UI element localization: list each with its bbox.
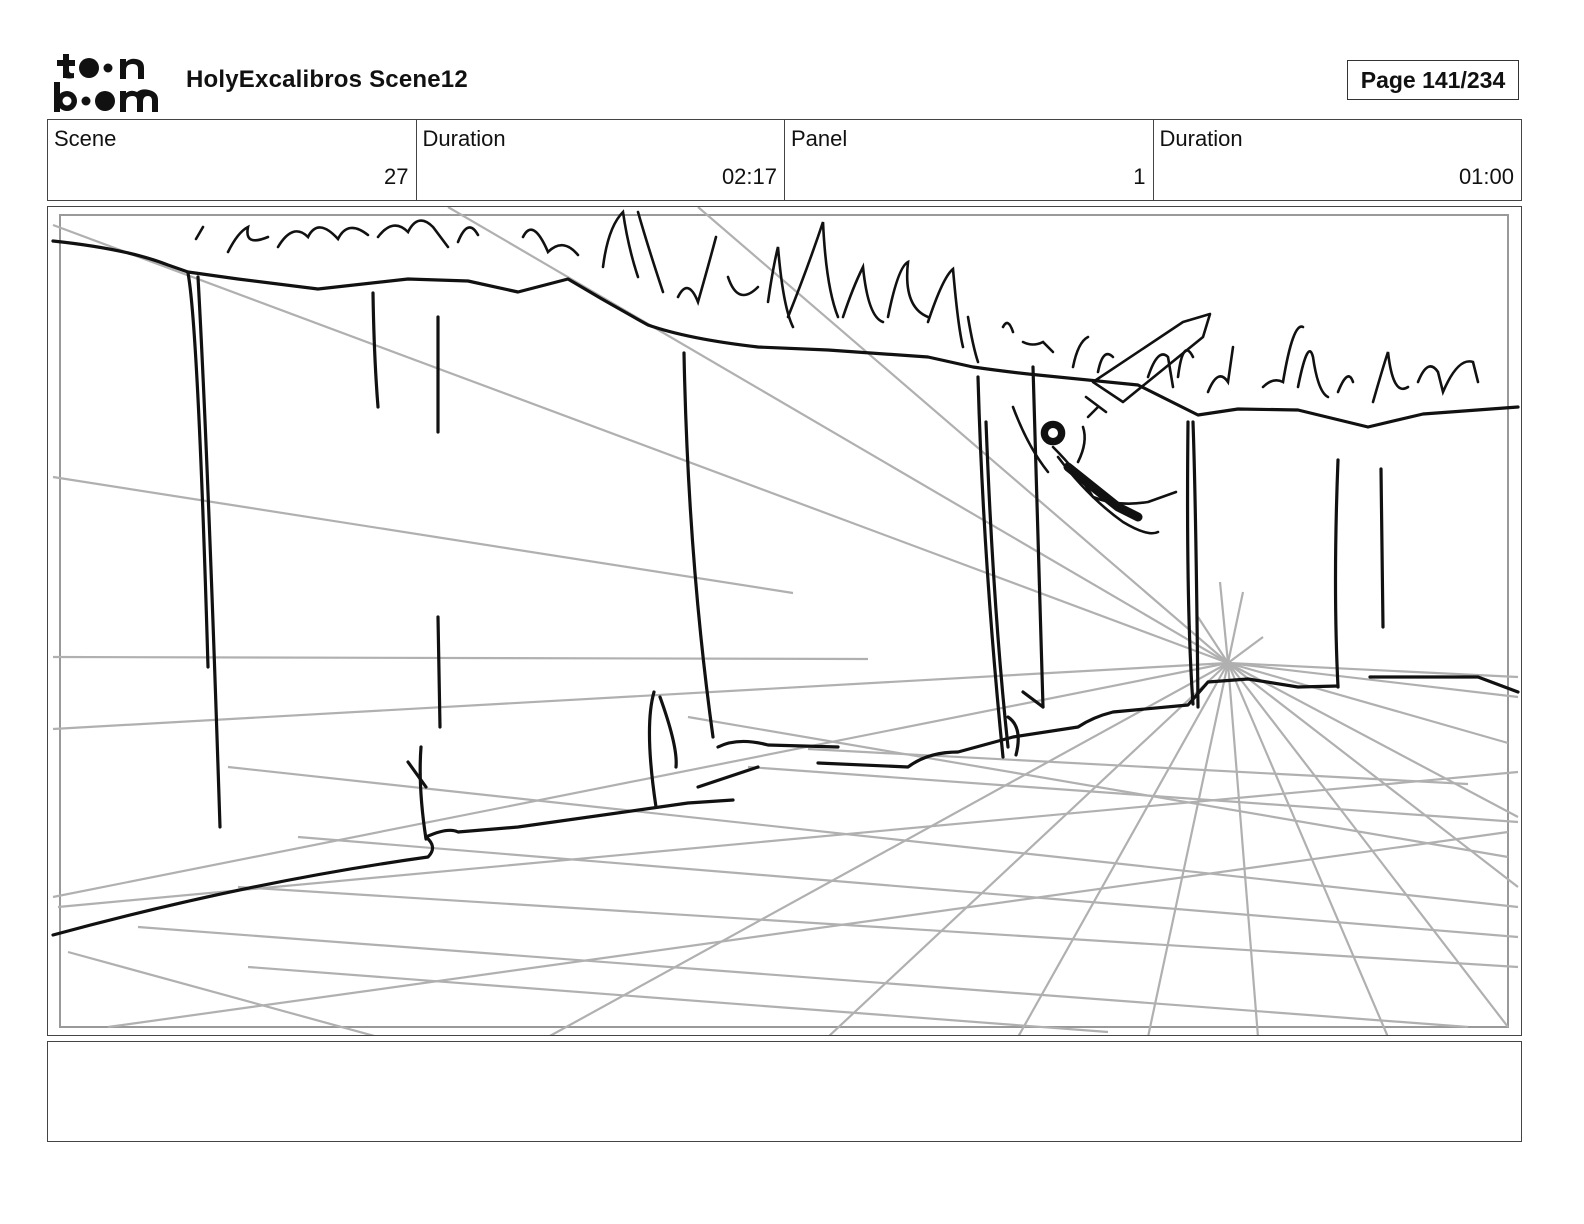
scene-duration-label: Duration bbox=[422, 126, 506, 151]
logo-graphic bbox=[54, 54, 158, 112]
scene-duration-cell: Duration 02:17 bbox=[417, 120, 785, 200]
storyboard-info-row: Scene 27 Duration 02:17 Panel 1 Duration… bbox=[47, 119, 1522, 201]
toonboom-logo bbox=[52, 50, 164, 114]
scene-duration-value: 02:17 bbox=[721, 164, 777, 189]
scene-cell: Scene 27 bbox=[48, 120, 417, 200]
storyboard-panel-image bbox=[47, 206, 1522, 1036]
panel-cell: Panel 1 bbox=[785, 120, 1154, 200]
panel-duration-cell: Duration 01:00 bbox=[1154, 120, 1522, 200]
panel-notes-area bbox=[47, 1041, 1522, 1142]
project-title: HolyExcalibros Scene12 bbox=[186, 66, 468, 93]
panel-label: Panel bbox=[791, 126, 848, 151]
panel-duration-value: 01:00 bbox=[1458, 164, 1514, 189]
scene-label: Scene bbox=[54, 126, 117, 151]
safe-frame bbox=[59, 214, 1509, 1028]
ink-lines bbox=[51, 239, 1520, 937]
perspective-grid bbox=[52, 207, 1519, 1035]
panel-value: 1 bbox=[1133, 164, 1146, 189]
scene-value: 27 bbox=[384, 164, 409, 189]
grass-tufts bbox=[194, 209, 1480, 404]
page-indicator: Page 141/234 bbox=[1347, 60, 1519, 100]
sketch-drawing bbox=[51, 207, 1520, 1035]
character-sketch bbox=[1011, 312, 1212, 535]
panel-duration-label: Duration bbox=[1159, 126, 1243, 151]
